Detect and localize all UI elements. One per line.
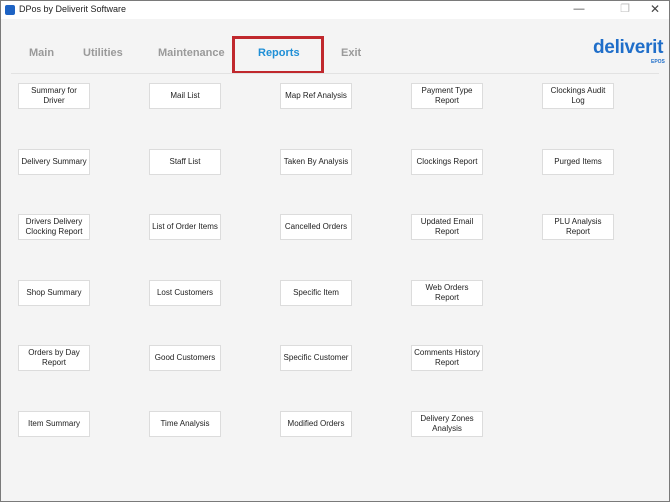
tab-maintenance[interactable]: Maintenance — [158, 47, 225, 59]
payment-type-report-button[interactable]: Payment Type Report — [411, 83, 483, 109]
specific-item-button[interactable]: Specific Item — [280, 280, 352, 306]
good-customers-button[interactable]: Good Customers — [149, 345, 221, 371]
tab-exit[interactable]: Exit — [341, 47, 361, 59]
drivers-delivery-clocking-report-button[interactable]: Drivers Delivery Clocking Report — [18, 214, 90, 240]
window-title: DPos by Deliverit Software — [19, 4, 127, 14]
cancelled-orders-button[interactable]: Cancelled Orders — [280, 214, 352, 240]
clockings-report-button[interactable]: Clockings Report — [411, 149, 483, 175]
time-analysis-button[interactable]: Time Analysis — [149, 411, 221, 437]
modified-orders-button[interactable]: Modified Orders — [280, 411, 352, 437]
delivery-zones-analysis-button[interactable]: Delivery Zones Analysis — [411, 411, 483, 437]
comments-history-report-button[interactable]: Comments History Report — [411, 345, 483, 371]
plu-analysis-report-button[interactable]: PLU Analysis Report — [542, 214, 614, 240]
web-orders-report-button[interactable]: Web Orders Report — [411, 280, 483, 306]
lost-customers-button[interactable]: Lost Customers — [149, 280, 221, 306]
summary-for-driver-button[interactable]: Summary for Driver — [18, 83, 90, 109]
app-window: DPos by Deliverit Software — ❐ ✕ Main Ut… — [0, 0, 670, 502]
staff-list-button[interactable]: Staff List — [149, 149, 221, 175]
title-bar: DPos by Deliverit Software — ❐ ✕ — [1, 1, 669, 19]
tab-main[interactable]: Main — [29, 47, 54, 59]
shop-summary-button[interactable]: Shop Summary — [18, 280, 90, 306]
maximize-button[interactable]: ❐ — [611, 1, 639, 19]
minimize-button[interactable]: — — [565, 1, 593, 19]
list-of-order-items-button[interactable]: List of Order Items — [149, 214, 221, 240]
clockings-audit-log-button[interactable]: Clockings Audit Log — [542, 83, 614, 109]
orders-by-day-report-button[interactable]: Orders by Day Report — [18, 345, 90, 371]
delivery-summary-button[interactable]: Delivery Summary — [18, 149, 90, 175]
tab-divider — [11, 73, 659, 74]
close-button[interactable]: ✕ — [641, 1, 669, 19]
updated-email-report-button[interactable]: Updated Email Report — [411, 214, 483, 240]
mail-list-button[interactable]: Mail List — [149, 83, 221, 109]
tab-utilities[interactable]: Utilities — [83, 47, 123, 59]
item-summary-button[interactable]: Item Summary — [18, 411, 90, 437]
deliverit-logo: deliverit — [593, 37, 664, 58]
app-icon — [5, 5, 15, 15]
purged-items-button[interactable]: Purged Items — [542, 149, 614, 175]
taken-by-analysis-button[interactable]: Taken By Analysis — [280, 149, 352, 175]
tab-bar: Main Utilities Maintenance Reports Exit — [1, 47, 669, 67]
specific-customer-button[interactable]: Specific Customer — [280, 345, 352, 371]
map-ref-analysis-button[interactable]: Map Ref Analysis — [280, 83, 352, 109]
highlight-box — [232, 36, 324, 74]
logo-subtitle: EPOS — [651, 59, 665, 65]
